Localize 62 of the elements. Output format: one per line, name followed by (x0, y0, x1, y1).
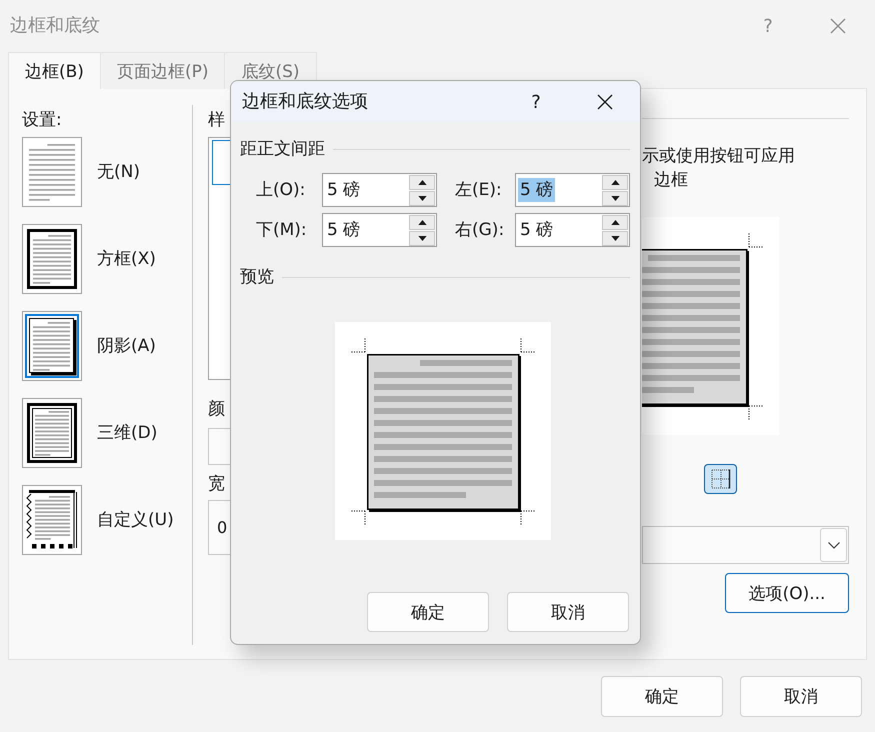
style-heading: 样 (208, 109, 226, 131)
spin-down-button[interactable] (409, 230, 435, 246)
spin-field[interactable]: 5 磅 (515, 213, 630, 247)
style-listbox[interactable] (208, 137, 230, 380)
field-label: 右(G): (455, 220, 504, 240)
preset-button[interactable] (22, 398, 82, 468)
spin-down-button[interactable] (409, 190, 435, 206)
width-heading: 宽 (208, 473, 226, 495)
spacing-heading: 距正文间距 (240, 139, 325, 159)
tab[interactable]: 页面边框(P) (100, 52, 226, 89)
dialog-title: 边框和底纹选项 (242, 90, 368, 114)
spin-field[interactable]: 5 磅 (322, 213, 437, 247)
border-grid-icon (710, 469, 730, 489)
settings-heading: 设置: (22, 109, 63, 131)
spin-field[interactable]: 5 磅 (515, 173, 630, 207)
preset-label: 自定义(U) (97, 509, 174, 531)
preset-label: 方框(X) (97, 248, 156, 270)
preset-label: 阴影(A) (97, 335, 156, 357)
options-button[interactable]: 选项(O)... (725, 573, 849, 613)
field-value: 5 磅 (326, 179, 362, 202)
field-value: 5 磅 (519, 219, 554, 242)
spin-field[interactable]: 5 磅 (322, 173, 437, 207)
preset-button[interactable] (22, 485, 82, 555)
close-icon (830, 18, 846, 34)
preview-hint: 示或使用按钮可应用边框 (642, 145, 796, 192)
field-label: 左(E): (455, 180, 502, 200)
width-dropdown[interactable]: 0 (208, 500, 230, 555)
down-triangle-icon (610, 236, 620, 240)
up-triangle-icon (610, 220, 620, 224)
dialog-button[interactable]: 取消 (507, 592, 629, 632)
chevron-down-icon (828, 542, 840, 548)
down-triangle-icon (610, 196, 620, 200)
spin-up-button[interactable] (409, 174, 435, 190)
spin-down-button[interactable] (602, 190, 628, 206)
spin-down-button[interactable] (602, 230, 628, 246)
window-title: 边框和底纹 (10, 14, 100, 38)
field-value: 5 磅 (326, 219, 362, 242)
border-toggle-button[interactable] (704, 464, 737, 494)
field-label: 下(M): (256, 220, 307, 240)
color-dropdown[interactable] (208, 428, 230, 465)
dialog-button[interactable]: 确定 (601, 676, 723, 717)
up-triangle-icon (418, 220, 426, 224)
spin-up-button[interactable] (409, 214, 435, 230)
preset-button[interactable] (22, 224, 82, 294)
color-heading: 颜 (208, 398, 226, 420)
up-triangle-icon (610, 180, 620, 184)
preset-label: 三维(D) (97, 422, 158, 444)
preset-label: 无(N) (97, 161, 140, 183)
field-label: 上(O): (256, 180, 306, 200)
preview-heading: 预览 (240, 267, 274, 287)
spin-up-button[interactable] (602, 174, 628, 190)
field-value: 5 磅 (518, 178, 556, 202)
spin-up-button[interactable] (602, 214, 628, 230)
up-triangle-icon (418, 180, 426, 184)
dialog-button[interactable]: 取消 (740, 676, 862, 717)
tab[interactable]: 边框(B) (8, 52, 101, 89)
dialog-button[interactable]: 确定 (367, 592, 489, 632)
help-button[interactable]: ? (513, 86, 559, 118)
close-icon (597, 94, 613, 110)
down-triangle-icon (418, 196, 426, 200)
preset-button[interactable] (22, 311, 82, 381)
down-triangle-icon (418, 236, 426, 240)
